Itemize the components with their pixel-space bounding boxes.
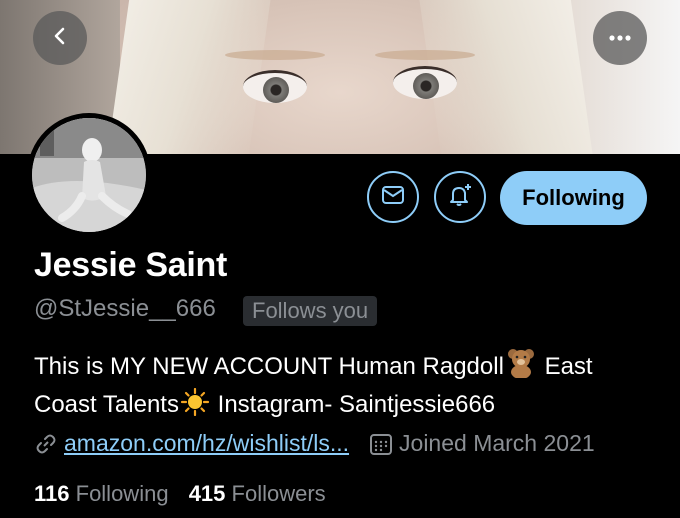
followers-label: Followers <box>231 481 326 506</box>
following-stat[interactable]: 116 Following <box>34 481 169 506</box>
profile-handle: @StJessie__666 <box>34 295 216 322</box>
followers-stat[interactable]: 415 Followers <box>189 481 326 506</box>
more-horizontal-icon <box>608 29 632 47</box>
profile-name: Jessie Saint <box>34 246 227 284</box>
banner-eye-left <box>243 70 307 103</box>
teddy-bear-icon <box>504 348 538 388</box>
calendar-icon <box>369 432 393 456</box>
bio-line-2: Coast Talents <box>34 391 179 418</box>
link-icon <box>34 432 58 456</box>
back-button[interactable] <box>33 11 87 65</box>
bio-line-1-tail: East <box>544 353 593 380</box>
more-options-button[interactable] <box>593 11 647 65</box>
following-count: 116 <box>34 481 70 506</box>
message-button[interactable] <box>367 171 419 223</box>
sun-icon <box>179 387 211 426</box>
profile-meta: amazon.com/hz/wishlist/ls... Joined Marc… <box>34 430 595 457</box>
mail-icon <box>381 185 405 210</box>
banner-brow-left <box>225 50 325 60</box>
following-label: Following <box>75 481 169 506</box>
notifications-button[interactable] <box>434 171 486 223</box>
profile-stats: 116 Following 415 Followers <box>34 481 326 507</box>
website-link[interactable]: amazon.com/hz/wishlist/ls... <box>64 430 349 457</box>
avatar-photo <box>32 118 146 232</box>
bio-line-2-tail: Instagram- Saintjessie666 <box>217 391 496 418</box>
bell-plus-icon <box>447 182 473 213</box>
chevron-left-icon <box>49 25 71 52</box>
avatar[interactable] <box>27 113 151 237</box>
follows-you-badge: Follows you <box>243 296 378 326</box>
joined-date: Joined March 2021 <box>399 430 595 456</box>
profile-bio: This is MY NEW ACCOUNT Human Ragdoll Eas… <box>34 348 674 426</box>
followers-count: 415 <box>188 481 226 506</box>
bio-line-1: This is MY NEW ACCOUNT Human Ragdoll <box>34 353 504 380</box>
following-button[interactable]: Following <box>500 171 647 225</box>
banner-brow-right <box>375 50 475 60</box>
banner-eye-right <box>393 66 457 99</box>
